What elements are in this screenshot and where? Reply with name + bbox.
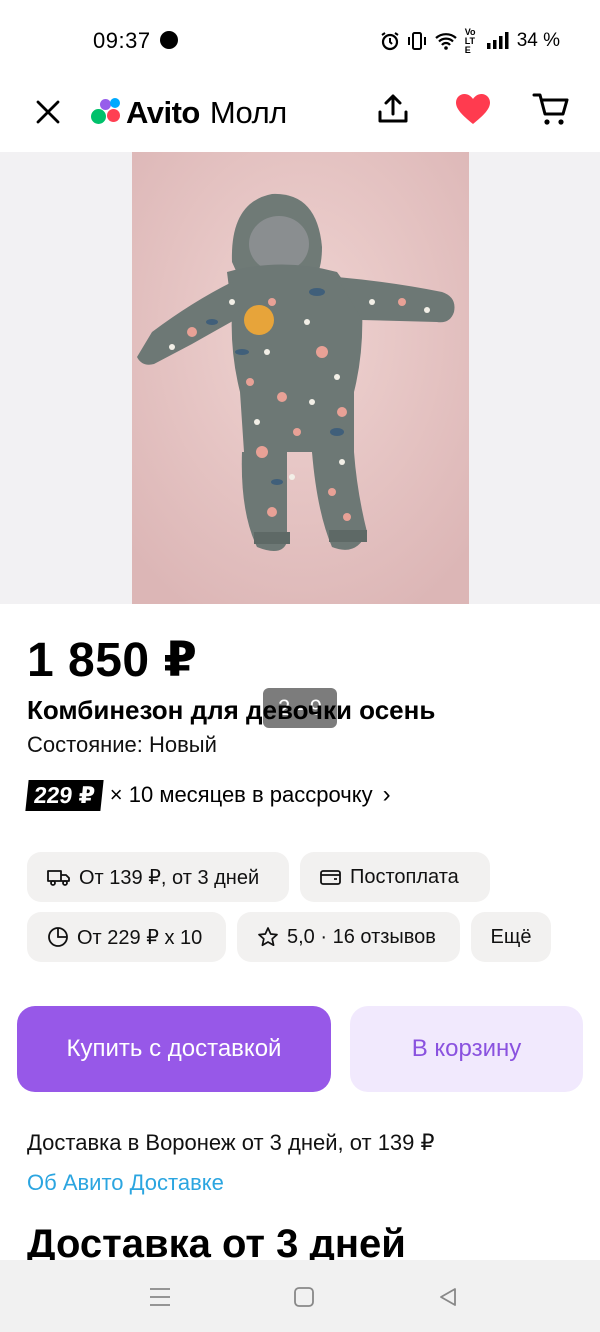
photo-gallery[interactable]: 2 - 9 Avito [0, 152, 600, 745]
status-icons: Vo LTE 34 % [380, 26, 560, 55]
close-icon [36, 100, 60, 124]
delivery-summary: Доставка в Воронеж от 3 дней, от 139 ₽ [27, 1130, 435, 1155]
back-triangle-icon [440, 1288, 456, 1306]
product-price: 1 850 ₽ [27, 634, 198, 687]
signal-icon [486, 32, 509, 49]
status-time: 09:37 [93, 28, 151, 53]
jumpsuit-illustration [132, 152, 469, 604]
star-icon [258, 927, 278, 947]
chip-delivery[interactable]: От 139 ₽, от 3 дней [27, 852, 289, 902]
share-icon [378, 94, 408, 123]
favorite-button[interactable] [450, 86, 496, 132]
avito-logo-icon [90, 97, 122, 129]
system-nav-bar [0, 1260, 600, 1332]
chip-postpay[interactable]: Постоплата [300, 852, 490, 902]
recents-button[interactable] [145, 1284, 175, 1310]
heart-icon [456, 94, 490, 124]
chip-installment-label: От 229 ₽ x 10 [77, 926, 203, 949]
product-condition: Состояние: Новый [27, 732, 217, 757]
buy-with-delivery-button[interactable]: Купить с доставкой [17, 1006, 331, 1092]
logo-primary: Avito [126, 95, 200, 130]
close-button[interactable] [28, 92, 68, 132]
product-title: Комбинезон для девочки осень [27, 695, 436, 725]
pie-chart-icon [48, 927, 68, 947]
chip-rating[interactable]: 5,0 · 16 отзывов [237, 912, 460, 962]
share-button[interactable] [370, 86, 416, 132]
avito-mall-logo: Avito Молл [90, 88, 287, 138]
cart-button[interactable] [528, 86, 574, 132]
chip-installment[interactable]: От 229 ₽ x 10 [27, 912, 226, 962]
chevron-right-icon: › [382, 781, 391, 808]
chip-more[interactable]: Ещё [471, 912, 551, 962]
installment-amount: 229 ₽ [25, 779, 104, 811]
chip-delivery-label: От 139 ₽, от 3 дней [79, 866, 260, 889]
alarm-icon [381, 32, 399, 51]
menu-icon [150, 1288, 170, 1306]
square-icon [294, 1287, 314, 1307]
add-to-cart-button[interactable]: В корзину [350, 1006, 583, 1092]
installment-offer[interactable]: 229 ₽ × 10 месяцев в рассрочку › [25, 778, 391, 812]
volte-icon: Vo LTE [464, 26, 476, 55]
status-bar: 09:37 Vo LTE 34 % [0, 0, 600, 80]
chip-rating-label: 5,0 · 16 отзывов [287, 925, 436, 948]
home-button[interactable] [289, 1284, 319, 1310]
logo-secondary: Молл [209, 95, 287, 130]
vibrate-icon [407, 32, 426, 50]
about-delivery-link[interactable]: Об Авито Доставке [27, 1170, 224, 1196]
battery-level: 34 % [516, 30, 560, 51]
chip-postpay-label: Постоплата [350, 865, 459, 888]
app-header: Avito Молл [0, 80, 600, 152]
notification-icon [160, 31, 178, 49]
back-button[interactable] [433, 1284, 463, 1310]
truck-icon [47, 870, 70, 886]
cart-icon [532, 93, 569, 125]
photo-watermark: Avito [410, 729, 445, 745]
wifi-icon [434, 33, 457, 50]
chip-more-label: Ещё [490, 925, 532, 948]
wallet-icon [320, 870, 341, 885]
product-photo[interactable] [132, 152, 469, 604]
installment-text: × 10 месяцев в рассрочку [109, 782, 373, 807]
